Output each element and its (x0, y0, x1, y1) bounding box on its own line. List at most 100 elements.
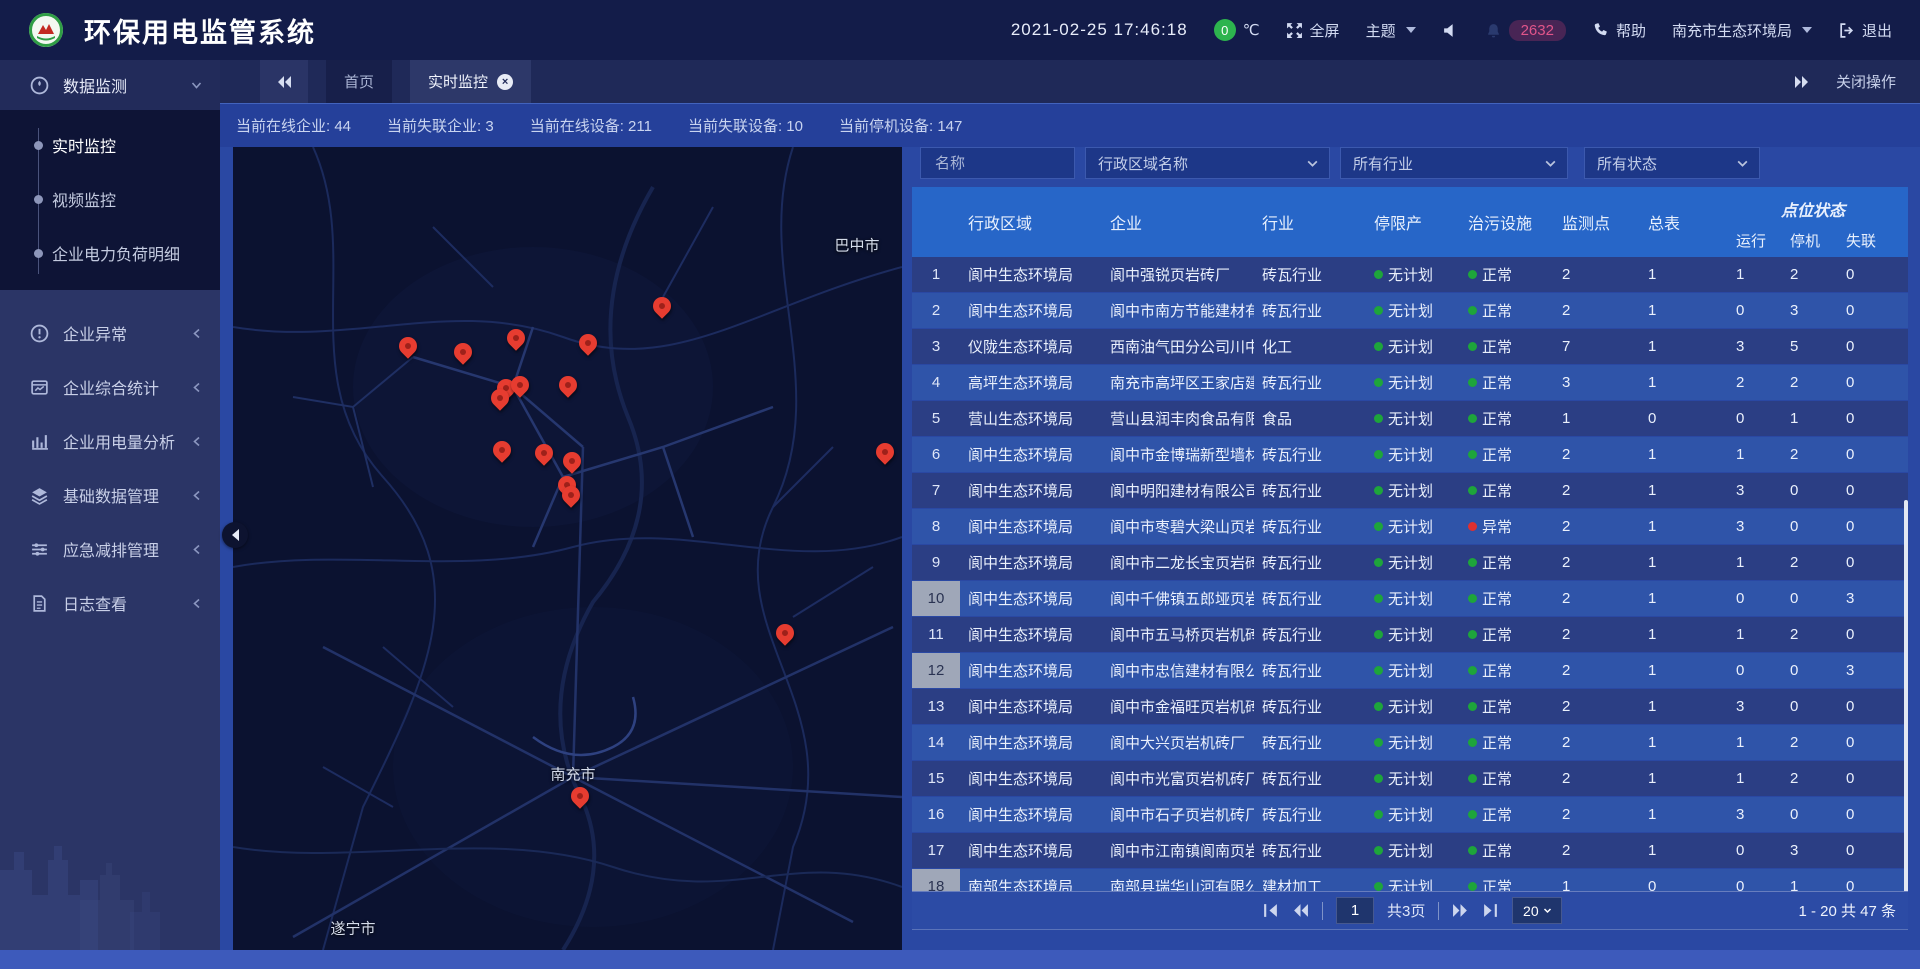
app-logo (28, 12, 64, 48)
name-filter-input-box[interactable] (920, 147, 1075, 179)
table-row[interactable]: 6阆中生态环境局阆中市金博瑞新型墙材砖瓦行业无计划正常21120 (912, 437, 1908, 472)
sidebar-item-企业电力负荷明细[interactable]: 企业电力负荷明细 (0, 226, 220, 280)
sidebar-item-label: 视频监控 (52, 187, 116, 211)
fullscreen-button[interactable]: 全屏 (1286, 20, 1340, 41)
table-row[interactable]: 2阆中生态环境局阆中市南方节能建材有砖瓦行业无计划正常21030 (912, 293, 1908, 328)
sidebar-item-视频监控[interactable]: 视频监控 (0, 172, 220, 226)
table-row[interactable]: 13阆中生态环境局阆中市金福旺页岩机砖砖瓦行业无计划正常21300 (912, 689, 1908, 724)
logout-button[interactable]: 退出 (1838, 20, 1892, 41)
cell-limit: 无计划 (1366, 761, 1460, 796)
cell-region: 阆中生态环境局 (960, 437, 1102, 472)
map-panel[interactable]: 巴中市南充市遂宁市 (233, 147, 902, 950)
cell-industry: 砖瓦行业 (1254, 761, 1366, 796)
next-page-button[interactable] (1452, 903, 1469, 918)
panel-collapse-handle[interactable] (222, 522, 248, 548)
sidebar-group-企业异常[interactable]: 企业异常 (0, 306, 220, 360)
cell-company: 阆中市江南镇阆南页岩 (1102, 833, 1254, 868)
status-dot-icon (1468, 342, 1477, 351)
first-page-button[interactable] (1262, 903, 1279, 918)
name-filter-input[interactable] (933, 154, 1062, 173)
cell-industry: 砖瓦行业 (1254, 725, 1366, 760)
help-button[interactable]: 帮助 (1592, 20, 1646, 41)
sidebar-group-数据监测[interactable]: 数据监测 (0, 60, 220, 110)
sidebar-group-企业用电量分析[interactable]: 企业用电量分析 (0, 414, 220, 468)
sidebar-group-企业综合统计[interactable]: 企业综合统计 (0, 360, 220, 414)
cell-stop: 2 (1782, 761, 1838, 796)
table-scrollbar[interactable] (1904, 500, 1908, 920)
cell-lost: 0 (1838, 401, 1898, 436)
table-row[interactable]: 8阆中生态环境局阆中市枣碧大梁山页岩砖瓦行业无计划异常21300 (912, 509, 1908, 544)
region-filter-select[interactable]: 行政区域名称 (1085, 147, 1330, 179)
cell-stop: 0 (1782, 581, 1838, 616)
cell-company: 阆中市五马桥页岩机砖 (1102, 617, 1254, 652)
notifications[interactable]: 2632 (1485, 20, 1566, 41)
double-chevron-right-icon[interactable] (1794, 75, 1810, 89)
cell-run: 0 (1728, 869, 1782, 891)
sidebar-group-应急减排管理[interactable]: 应急减排管理 (0, 522, 220, 576)
cell-region: 阆中生态环境局 (960, 257, 1102, 292)
cell-company: 阆中市忠信建材有限公 (1102, 653, 1254, 688)
status-dot-icon (1374, 378, 1383, 387)
status-dot-icon (1374, 810, 1383, 819)
table-row[interactable]: 11阆中生态环境局阆中市五马桥页岩机砖砖瓦行业无计划正常21120 (912, 617, 1908, 652)
help-label: 帮助 (1616, 20, 1646, 41)
table-row[interactable]: 3仪陇生态环境局西南油气田分公司川中化工无计划正常71350 (912, 329, 1908, 364)
total-pages-label: 共3页 (1387, 900, 1425, 921)
chevron-left-icon (191, 490, 202, 501)
theme-dropdown[interactable]: 主题 (1366, 20, 1416, 41)
cell-points: 1 (1554, 869, 1640, 891)
sidebar-item-实时监控[interactable]: 实时监控 (0, 118, 220, 172)
table-row[interactable]: 1阆中生态环境局阆中强锐页岩砖厂砖瓦行业无计划正常21120 (912, 257, 1908, 292)
table-row[interactable]: 9阆中生态环境局阆中市二龙长宝页岩砖砖瓦行业无计划正常21120 (912, 545, 1908, 580)
tab-实时监控[interactable]: 实时监控× (410, 60, 531, 103)
tabs-scroll-left-button[interactable] (260, 60, 308, 103)
cell-facility: 正常 (1460, 833, 1554, 868)
cell-industry: 砖瓦行业 (1254, 797, 1366, 832)
cell-filler (1898, 329, 1908, 364)
chevron-left-icon (191, 328, 202, 339)
sidebar-group-日志查看[interactable]: 日志查看 (0, 576, 220, 630)
close-operations-button[interactable]: 关闭操作 (1836, 71, 1896, 92)
table-row[interactable]: 15阆中生态环境局阆中市光富页岩机砖厂砖瓦行业无计划正常21120 (912, 761, 1908, 796)
industry-filter-select[interactable]: 所有行业 (1340, 147, 1568, 179)
cell-points: 2 (1554, 617, 1640, 652)
cell-limit: 无计划 (1366, 509, 1460, 544)
tab-首页[interactable]: 首页 (326, 60, 392, 103)
table-row[interactable]: 17阆中生态环境局阆中市江南镇阆南页岩砖瓦行业无计划正常21030 (912, 833, 1908, 868)
cell-company: 阆中市金博瑞新型墙材 (1102, 437, 1254, 472)
fullscreen-icon (1286, 22, 1303, 39)
cell-region: 阆中生态环境局 (960, 509, 1102, 544)
table-row[interactable]: 7阆中生态环境局阆中明阳建材有限公司砖瓦行业无计划正常21300 (912, 473, 1908, 508)
mute-button[interactable] (1442, 22, 1459, 39)
org-dropdown[interactable]: 南充市生态环境局 (1672, 20, 1812, 41)
cell-company: 阆中市光富页岩机砖厂 (1102, 761, 1254, 796)
table-row[interactable]: 10阆中生态环境局阆中千佛镇五郎垭页岩砖瓦行业无计划正常21003 (912, 581, 1908, 616)
cell-stop: 2 (1782, 365, 1838, 400)
cell-limit: 无计划 (1366, 797, 1460, 832)
cell-limit: 无计划 (1366, 689, 1460, 724)
table-row[interactable]: 4高坪生态环境局南充市高坪区王家店建砖瓦行业无计划正常31220 (912, 365, 1908, 400)
tab-close-icon[interactable]: × (497, 74, 513, 90)
cell-region: 阆中生态环境局 (960, 473, 1102, 508)
page-size-select[interactable]: 20 (1512, 897, 1562, 924)
status-filter-select[interactable]: 所有状态 (1584, 147, 1760, 179)
logout-icon (1838, 22, 1855, 39)
cell-run: 0 (1728, 653, 1782, 688)
cell-company: 阆中市二龙长宝页岩砖 (1102, 545, 1254, 580)
current-page-input[interactable]: 1 (1336, 897, 1374, 924)
status-dot-icon (1468, 846, 1477, 855)
table-row[interactable]: 14阆中生态环境局阆中大兴页岩机砖厂砖瓦行业无计划正常21120 (912, 725, 1908, 760)
table-row[interactable]: 16阆中生态环境局阆中市石子页岩机砖厂砖瓦行业无计划正常21300 (912, 797, 1908, 832)
table-row[interactable]: 5营山生态环境局营山县润丰肉食品有限食品无计划正常10010 (912, 401, 1908, 436)
cell-meters: 1 (1640, 437, 1728, 472)
cell-company: 阆中明阳建材有限公司 (1102, 473, 1254, 508)
prev-page-button[interactable] (1292, 903, 1309, 918)
datetime: 2021-02-25 17:46:18 (1011, 20, 1188, 40)
table-row[interactable]: 12阆中生态环境局阆中市忠信建材有限公砖瓦行业无计划正常21003 (912, 653, 1908, 688)
cell-lost: 3 (1838, 653, 1898, 688)
cell-stop: 3 (1782, 833, 1838, 868)
table-row[interactable]: 18南部生态环境局南部县瑞华山河有限公建材加工无计划正常10010 (912, 869, 1908, 891)
last-page-button[interactable] (1482, 903, 1499, 918)
cell-facility: 正常 (1460, 797, 1554, 832)
sidebar-group-基础数据管理[interactable]: 基础数据管理 (0, 468, 220, 522)
